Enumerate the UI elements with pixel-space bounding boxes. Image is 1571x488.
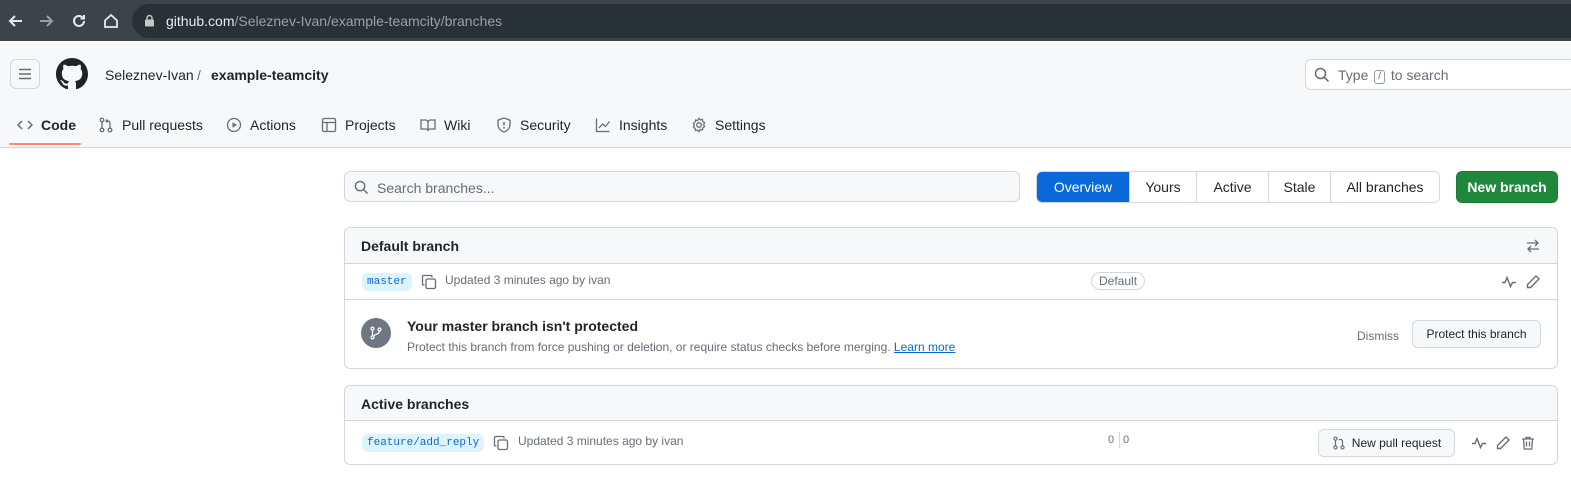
switch-default-branch-icon[interactable]	[1523, 236, 1543, 256]
active-branches-header: Active branches	[345, 386, 1557, 421]
breadcrumb-owner[interactable]: Seleznev-Ivan	[105, 67, 194, 83]
git-pull-request-icon	[1333, 436, 1345, 450]
book-icon	[420, 119, 436, 132]
breadcrumb-separator: /	[197, 67, 201, 83]
filter-overview[interactable]: Overview	[1037, 172, 1129, 202]
selected-tab-underline	[9, 143, 81, 145]
table-icon	[321, 117, 337, 133]
tab-label: Pull requests	[122, 117, 203, 133]
branch-updated-text: Updated 3 minutes ago by ivan	[445, 273, 611, 287]
git-pull-request-icon	[99, 117, 113, 133]
active-branches-heading: Active branches	[361, 396, 470, 412]
tab-actions[interactable]: Actions	[226, 103, 296, 147]
dismiss-button[interactable]: Dismiss	[1357, 329, 1399, 343]
address-bar[interactable]: github.com/Seleznev-Ivan/example-teamcit…	[132, 4, 1571, 38]
default-branch-header: Default branch	[345, 228, 1557, 264]
protection-description-text: Protect this branch from force pushing o…	[407, 340, 891, 354]
tab-insights[interactable]: Insights	[595, 103, 667, 147]
tab-label: Code	[41, 117, 76, 133]
gear-icon	[692, 117, 706, 133]
tab-wiki[interactable]: Wiki	[420, 103, 470, 147]
global-search-input[interactable]: Type / to search	[1305, 59, 1571, 90]
branch-filter-tabs: Overview Yours Active Stale All branches	[1036, 171, 1440, 203]
search-placeholder: Type / to search	[1338, 67, 1449, 84]
copy-icon[interactable]	[491, 433, 511, 453]
url-path: /Seleznev-Ivan/example-teamcity/branches	[234, 13, 503, 29]
search-suffix: to search	[1390, 67, 1449, 83]
reload-icon[interactable]	[67, 9, 91, 33]
search-prefix: Type	[1338, 67, 1369, 83]
github-logo-icon[interactable]	[56, 58, 88, 95]
git-branch-icon	[361, 318, 391, 348]
default-badge: Default	[1091, 272, 1146, 290]
new-pull-request-label: New pull request	[1351, 436, 1442, 450]
back-arrow-icon[interactable]	[4, 9, 28, 33]
tab-label: Wiki	[444, 117, 471, 133]
default-branch-box: Default branch master Updated 3 minutes …	[344, 227, 1558, 369]
activity-icon[interactable]	[1499, 272, 1519, 292]
search-icon	[1314, 67, 1330, 88]
filter-active[interactable]: Active	[1196, 172, 1268, 202]
activity-icon[interactable]	[1469, 433, 1489, 453]
menu-button[interactable]	[10, 59, 40, 89]
hamburger-icon	[19, 68, 31, 80]
new-pull-request-button[interactable]: New pull request	[1318, 429, 1455, 457]
tab-settings[interactable]: Settings	[691, 103, 766, 147]
protect-branch-button[interactable]: Protect this branch	[1412, 320, 1541, 348]
row-divider	[345, 299, 1557, 300]
tab-pull-requests[interactable]: Pull requests	[98, 103, 203, 147]
tab-security[interactable]: Security	[496, 103, 571, 147]
behind-count: 0	[1108, 434, 1115, 446]
code-icon	[17, 120, 33, 130]
new-branch-button[interactable]: New branch	[1456, 171, 1558, 203]
branch-search-box[interactable]	[344, 171, 1020, 203]
repo-header: Seleznev-Ivan / example-teamcity Type / …	[0, 41, 1571, 148]
filter-yours[interactable]: Yours	[1129, 172, 1196, 202]
tab-label: Settings	[715, 117, 766, 133]
tab-code[interactable]: Code	[17, 103, 76, 147]
pencil-icon[interactable]	[1493, 433, 1513, 453]
active-branches-box: Active branches feature/add_reply Update…	[344, 385, 1558, 465]
trash-icon[interactable]	[1518, 433, 1538, 453]
branch-updated-text: Updated 3 minutes ago by ivan	[518, 434, 684, 448]
shield-icon	[497, 117, 511, 133]
forward-arrow-icon[interactable]	[34, 9, 58, 33]
play-icon	[226, 117, 242, 133]
graph-icon	[595, 118, 611, 133]
protection-warning-title: Your master branch isn't protected	[407, 318, 639, 334]
ahead-count: 0	[1123, 434, 1130, 446]
protection-warning-description: Protect this branch from force pushing o…	[407, 340, 955, 354]
filter-stale[interactable]: Stale	[1268, 172, 1330, 202]
home-icon[interactable]	[99, 9, 123, 33]
branch-name-feature[interactable]: feature/add_reply	[362, 434, 485, 452]
branch-search-input[interactable]	[375, 172, 1009, 203]
url-text: github.com/Seleznev-Ivan/example-teamcit…	[166, 13, 502, 29]
copy-icon[interactable]	[419, 272, 439, 292]
tab-label: Projects	[345, 117, 396, 133]
tab-label: Insights	[619, 117, 668, 133]
pencil-icon[interactable]	[1523, 272, 1543, 292]
tab-label: Actions	[250, 117, 296, 133]
url-host: github.com	[166, 13, 235, 29]
lock-icon	[144, 14, 155, 32]
search-icon	[354, 180, 369, 200]
branch-name-master[interactable]: master	[362, 273, 412, 291]
breadcrumb-repo[interactable]: example-teamcity	[211, 67, 329, 83]
browser-toolbar: github.com/Seleznev-Ivan/example-teamcit…	[0, 0, 1571, 41]
default-branch-heading: Default branch	[361, 238, 460, 254]
ahead-behind-divider	[1119, 432, 1120, 448]
ahead-behind-counter: 0 0	[1107, 420, 1137, 450]
learn-more-link[interactable]: Learn more	[894, 340, 955, 354]
filter-all-branches[interactable]: All branches	[1330, 172, 1439, 202]
tab-projects[interactable]: Projects	[321, 103, 396, 147]
slash-key: /	[1374, 70, 1386, 84]
tab-label: Security	[520, 117, 571, 133]
